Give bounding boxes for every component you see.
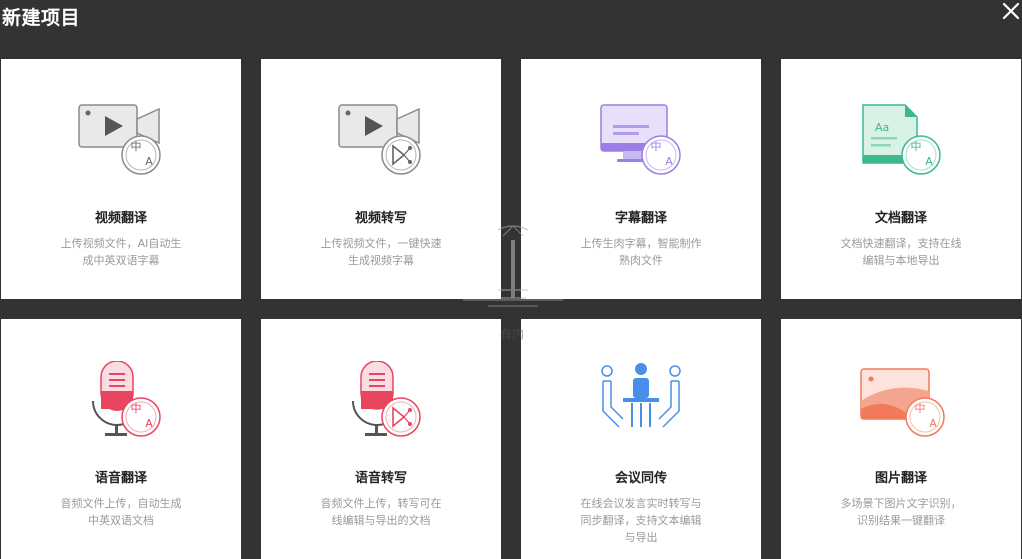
- meeting-icon: [601, 363, 681, 428]
- card-title: 视频翻译: [94, 211, 147, 226]
- svg-text:Aa: Aa: [875, 121, 889, 134]
- card-description: 上传视频文件，一键快速生成视频字幕: [320, 237, 442, 267]
- card-description: 在线会议发言实时转写与同步翻译，支持文本编辑与导出: [580, 497, 702, 544]
- card-audio-transcribe[interactable]: 语音转写 音频文件上传，转写可在线编辑与导出的文档: [261, 319, 501, 559]
- svg-text:中: 中: [131, 140, 142, 153]
- card-title: 图片翻译: [874, 471, 927, 486]
- document-translate-icon: Aa 中 A: [862, 104, 941, 175]
- card-video-transcribe[interactable]: 视频转写 上传视频文件，一键快速生成视频字幕: [261, 59, 501, 299]
- card-title: 视频转写: [354, 211, 407, 226]
- card-description: 文档快速翻译，支持在线编辑与本地导出: [840, 237, 962, 267]
- svg-text:A: A: [929, 417, 937, 430]
- card-audio-translate[interactable]: 中 A 语音翻译 音频文件上传，自动生成中英双语文档: [1, 319, 241, 559]
- card-title: 会议同传: [614, 471, 667, 486]
- card-video-translate[interactable]: 中 A 视频翻译 上传视频文件，AI自动生成中英双语字幕: [1, 59, 241, 299]
- svg-text:A: A: [665, 155, 673, 168]
- monitor-translate-icon: 中 A: [600, 104, 681, 175]
- card-title: 文档翻译: [874, 211, 927, 226]
- card-description: 上传视频文件，AI自动生成中英双语字幕: [60, 237, 182, 267]
- video-camera-transcribe-icon: [338, 104, 421, 175]
- card-meeting-interpretation[interactable]: 会议同传 在线会议发言实时转写与同步翻译，支持文本编辑与导出: [521, 319, 761, 559]
- svg-text:A: A: [925, 155, 933, 168]
- close-icon[interactable]: [1002, 2, 1020, 20]
- card-image-translate[interactable]: 中 A 图片翻译 多场景下图片文字识别，识别结果一键翻译: [781, 319, 1021, 559]
- card-subtitle-translate[interactable]: 中 A 字幕翻译 上传生肉字幕，智能制作熟肉文件: [521, 59, 761, 299]
- svg-text:中: 中: [131, 402, 142, 415]
- svg-text:A: A: [145, 417, 153, 430]
- svg-text:中: 中: [651, 140, 662, 153]
- card-title: 语音转写: [354, 471, 407, 486]
- card-description: 音频文件上传，自动生成中英双语文档: [60, 497, 182, 527]
- svg-text:中: 中: [911, 140, 922, 153]
- page-title: 新建项目: [2, 7, 81, 29]
- card-description: 音频文件上传，转写可在线编辑与导出的文档: [320, 497, 442, 527]
- video-camera-translate-icon: 中 A: [78, 104, 161, 175]
- microphone-transcribe-icon: [352, 361, 421, 437]
- microphone-translate-icon: 中 A: [92, 361, 161, 437]
- card-title: 字幕翻译: [614, 211, 667, 226]
- card-document-translate[interactable]: Aa 中 A 文档翻译 文档快速翻译，支持在线编辑与本地导出: [781, 59, 1021, 299]
- card-description: 上传生肉字幕，智能制作熟肉文件: [580, 237, 702, 267]
- svg-text:中: 中: [915, 402, 926, 415]
- card-description: 多场景下图片文字识别，识别结果一键翻译: [840, 497, 962, 527]
- svg-text:A: A: [145, 155, 153, 168]
- project-grid: 中 A 视频翻译 上传视频文件，AI自动生成中英双语字幕 视频转写 上传视频文件…: [0, 59, 1022, 559]
- card-title: 语音翻译: [94, 471, 147, 486]
- image-translate-icon: 中 A: [860, 368, 945, 437]
